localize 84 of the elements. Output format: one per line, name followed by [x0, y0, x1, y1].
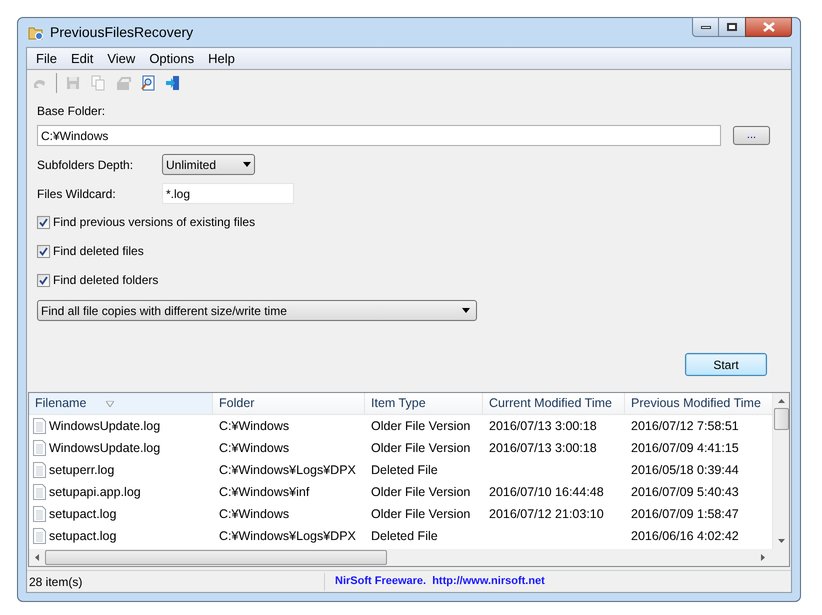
column-header[interactable]: Current Modified Time	[483, 393, 625, 414]
base-folder-field[interactable]: C:¥Windows	[37, 125, 721, 146]
menu-item[interactable]: File	[29, 48, 64, 68]
checkbox-label[interactable]: Find previous versions of existing files	[53, 213, 256, 231]
table-cell-text: 2016/07/12 7:58:51	[631, 418, 739, 435]
table-cell-text: C:¥Windows	[219, 440, 290, 457]
sort-arrow-icon	[106, 400, 114, 406]
table-cell-text: Older File Version	[371, 440, 470, 457]
file-icon	[33, 484, 46, 500]
folder-icon	[28, 24, 44, 40]
file-icon	[33, 418, 46, 434]
column-header[interactable]: Folder	[213, 393, 365, 414]
table-cell-text: setuperr.log	[49, 462, 114, 479]
table-cell-text: C:¥Windows	[219, 506, 290, 523]
close-button[interactable]	[745, 17, 792, 37]
search-mode-dropdown[interactable]: Find all file copies with different size/write time	[37, 300, 477, 321]
minimize-button[interactable]	[692, 17, 719, 37]
scroll-up-icon	[778, 399, 784, 403]
table-cell-text: Deleted File	[371, 528, 438, 545]
dropdown-arrow-icon	[462, 308, 470, 313]
credit-link[interactable]: NirSoft Freeware. http://www.nirsoft.net	[325, 573, 545, 590]
browse-button[interactable]: ...	[733, 126, 770, 145]
minimize-icon	[700, 26, 710, 28]
window-title: PreviousFilesRecovery	[50, 23, 194, 42]
close-icon	[762, 22, 774, 32]
dropdown-arrow-icon	[243, 162, 251, 167]
field-label: Base Folder:	[37, 103, 106, 120]
table-cell-text: C:¥Windows¥Logs¥DPX	[219, 528, 356, 545]
scroll-right-icon	[761, 554, 765, 561]
table-cell-text: Deleted File	[371, 462, 438, 479]
menu-item[interactable]: Help	[201, 48, 242, 68]
maximize-button[interactable]	[719, 17, 745, 37]
table-cell-text: 2016/07/12 21:03:10	[489, 506, 604, 523]
table-cell-text: Older File Version	[371, 484, 470, 501]
properties-icon	[115, 75, 131, 91]
table-cell-text: setupapi.app.log	[49, 484, 141, 501]
wildcard-field[interactable]: *.log	[162, 183, 294, 204]
file-icon	[33, 440, 46, 456]
checkbox-label[interactable]: Find deleted files	[53, 242, 144, 260]
find-icon	[140, 75, 156, 91]
table-cell-text: 2016/07/13 3:00:18	[489, 418, 597, 435]
file-icon	[33, 506, 46, 522]
save-icon	[65, 75, 81, 91]
table-cell-text: WindowsUpdate.log	[49, 440, 160, 457]
file-icon	[33, 462, 46, 478]
scroll-down-icon	[778, 539, 784, 543]
table-cell-text: WindowsUpdate.log	[49, 418, 160, 435]
field-label: Files Wildcard:	[37, 186, 117, 202]
exit-icon	[165, 75, 181, 91]
table-cell-text: 2016/07/10 16:44:48	[489, 484, 604, 501]
item-count: 28 item(s)	[27, 572, 325, 590]
table-cell-text: C:¥Windows¥Logs¥DPX	[219, 462, 356, 479]
depth-dropdown[interactable]: Unlimited	[162, 154, 255, 175]
start-button[interactable]: Start	[685, 353, 767, 376]
checkbox-label[interactable]: Find deleted folders	[53, 271, 158, 289]
copy-icon	[90, 75, 106, 91]
table-cell-text: 2016/07/09 4:41:15	[631, 440, 739, 457]
horizontal-scrollbar[interactable]	[29, 549, 789, 566]
table-cell-text: Older File Version	[371, 418, 470, 435]
column-header[interactable]: Item Type	[365, 393, 483, 414]
table-cell-text: C:¥Windows¥inf	[219, 484, 310, 501]
checkbox[interactable]	[37, 216, 50, 228]
table-cell-text: setupact.log	[49, 528, 116, 545]
table-cell-text: 2016/05/18 0:39:44	[631, 462, 739, 479]
table-cell-text: 2016/07/09 5:40:43	[631, 484, 739, 501]
table-cell-text: 2016/07/13 3:00:18	[489, 440, 597, 457]
checkbox[interactable]	[37, 244, 50, 258]
scroll-thumb[interactable]	[45, 550, 387, 565]
column-header[interactable]: Filename	[29, 393, 213, 414]
checkbox[interactable]	[37, 274, 50, 286]
table-cell-text: C:¥Windows	[219, 418, 290, 435]
table-cell-text: 2016/07/09 1:58:47	[631, 506, 739, 523]
scroll-thumb[interactable]	[774, 408, 788, 430]
vertical-scrollbar[interactable]	[772, 393, 789, 549]
maximize-icon	[727, 23, 737, 31]
table-cell-text: setupact.log	[49, 506, 116, 523]
table-cell-text: 2016/06/16 4:02:42	[631, 528, 739, 545]
scroll-left-icon	[35, 554, 39, 561]
menu-item[interactable]: View	[100, 48, 142, 68]
file-icon	[33, 528, 46, 544]
menu-item[interactable]: Edit	[64, 48, 100, 68]
menu-item[interactable]: Options	[142, 48, 202, 68]
table-cell-text: Older File Version	[371, 506, 470, 523]
field-label: Subfolders Depth:	[37, 156, 134, 174]
